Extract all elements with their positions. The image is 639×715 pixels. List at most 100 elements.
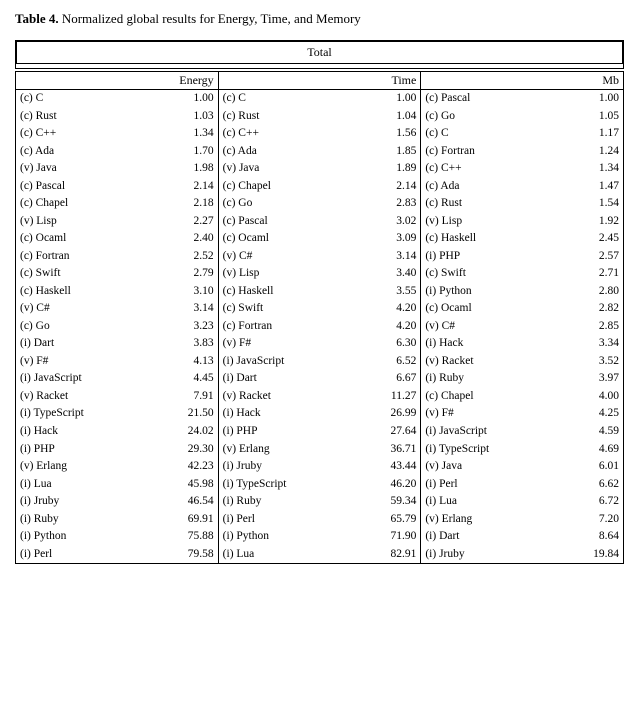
lang-cell: (v) Lisp [219,265,356,283]
lang-cell: (c) Swift [421,265,558,283]
data-columns: Energy (c) C1.00(c) Rust1.03(c) C++1.34(… [15,71,624,564]
table-row: (c) C1.17 [421,125,623,143]
energy-lang-header [16,72,143,90]
val-cell: 4.13 [143,353,218,371]
table-row: (v) Lisp3.40 [219,265,421,283]
val-cell: 6.30 [356,335,421,353]
lang-cell: (c) Ada [16,143,143,161]
lang-cell: (v) C# [16,300,143,318]
table-row: (c) Pascal2.14 [16,178,218,196]
lang-cell: (v) Racket [219,388,356,406]
table-row: (c) C++1.34 [16,125,218,143]
lang-cell: (c) C++ [421,160,558,178]
table-row: (c) Ocaml2.40 [16,230,218,248]
lang-cell: (v) Java [421,458,558,476]
lang-cell: (v) C# [219,248,356,266]
table-row: (c) Ocaml2.82 [421,300,623,318]
lang-cell: (i) Hack [421,335,558,353]
val-cell: 3.10 [143,283,218,301]
table-row: (i) Lua82.91 [219,546,421,564]
table-row: (v) Racket7.91 [16,388,218,406]
val-cell: 2.83 [356,195,421,213]
val-cell: 7.20 [558,511,623,529]
energy-section: Energy (c) C1.00(c) Rust1.03(c) C++1.34(… [15,71,219,564]
lang-cell: (v) Java [219,160,356,178]
table-row: (v) Java1.89 [219,160,421,178]
val-cell: 2.80 [558,283,623,301]
val-cell: 4.59 [558,423,623,441]
table-row: (c) C1.00 [219,90,421,108]
lang-cell: (i) Jruby [421,546,558,564]
table-row: (i) Perl65.79 [219,511,421,529]
val-cell: 59.34 [356,493,421,511]
table-row: (v) Java1.98 [16,160,218,178]
table-row: (v) C#3.14 [16,300,218,318]
memory-header: Mb [558,72,623,90]
lang-cell: (v) Lisp [421,213,558,231]
lang-cell: (i) TypeScript [16,405,143,423]
table-row: (c) Fortran2.52 [16,248,218,266]
table-row: (c) Chapel2.18 [16,195,218,213]
lang-cell: (c) Rust [16,108,143,126]
val-cell: 7.91 [143,388,218,406]
energy-header: Energy [143,72,218,90]
table-row: (c) C++1.56 [219,125,421,143]
val-cell: 3.34 [558,335,623,353]
lang-cell: (c) Ada [421,178,558,196]
lang-cell: (c) Ocaml [219,230,356,248]
lang-cell: (c) Fortran [16,248,143,266]
table-row: (i) TypeScript4.69 [421,441,623,459]
table-row: (c) Swift2.71 [421,265,623,283]
val-cell: 6.67 [356,370,421,388]
table-row: (i) JavaScript6.52 [219,353,421,371]
val-cell: 2.40 [143,230,218,248]
val-cell: 29.30 [143,441,218,459]
val-cell: 2.27 [143,213,218,231]
val-cell: 11.27 [356,388,421,406]
val-cell: 79.58 [143,546,218,564]
val-cell: 3.09 [356,230,421,248]
lang-cell: (v) F# [16,353,143,371]
lang-cell: (v) F# [421,405,558,423]
val-cell: 4.45 [143,370,218,388]
lang-cell: (i) PHP [421,248,558,266]
val-cell: 69.91 [143,511,218,529]
table-row: (i) PHP29.30 [16,441,218,459]
lang-cell: (i) TypeScript [421,441,558,459]
table-row: (i) Dart8.64 [421,528,623,546]
table-row: (i) Ruby3.97 [421,370,623,388]
val-cell: 2.18 [143,195,218,213]
lang-cell: (i) PHP [16,441,143,459]
lang-cell: (c) Rust [219,108,356,126]
time-header: Time [356,72,421,90]
table-row: (i) PHP27.64 [219,423,421,441]
memory-section: Mb (c) Pascal1.00(c) Go1.05(c) C1.17(c) … [421,71,624,564]
table-row: (c) Haskell3.55 [219,283,421,301]
val-cell: 3.14 [356,248,421,266]
val-cell: 1.56 [356,125,421,143]
total-header: Total [16,41,623,64]
table-row: (i) Perl6.62 [421,476,623,494]
table-row: (c) Haskell3.10 [16,283,218,301]
lang-cell: (c) Go [219,195,356,213]
lang-cell: (i) Jruby [16,493,143,511]
val-cell: 2.52 [143,248,218,266]
table-row: (i) Ruby59.34 [219,493,421,511]
val-cell: 6.62 [558,476,623,494]
lang-cell: (c) Go [16,318,143,336]
lang-cell: (c) Haskell [421,230,558,248]
val-cell: 2.82 [558,300,623,318]
table-row: (c) Fortran1.24 [421,143,623,161]
lang-cell: (c) Pascal [16,178,143,196]
lang-cell: (v) Lisp [16,213,143,231]
lang-cell: (c) Pascal [219,213,356,231]
lang-cell: (v) C# [421,318,558,336]
lang-cell: (v) Erlang [16,458,143,476]
val-cell: 2.14 [356,178,421,196]
lang-cell: (v) Racket [16,388,143,406]
table-row: (i) Jruby19.84 [421,546,623,564]
table-row: (i) Dart3.83 [16,335,218,353]
val-cell: 3.23 [143,318,218,336]
table-row: (i) Python2.80 [421,283,623,301]
val-cell: 1.89 [356,160,421,178]
